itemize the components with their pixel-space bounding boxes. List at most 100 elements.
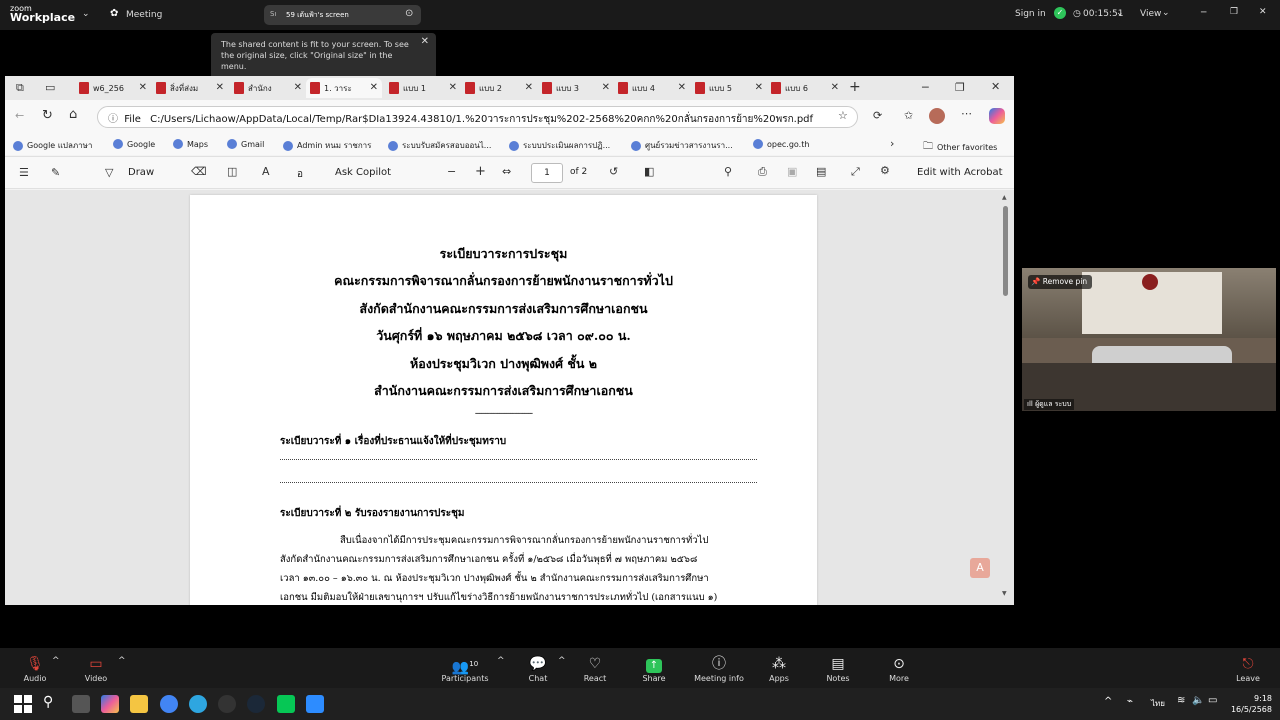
restore-icon[interactable]: ❐ [955,81,965,94]
close-icon[interactable]: ✕ [421,36,429,47]
file-explorer-icon[interactable] [130,695,148,713]
two-page-icon[interactable]: ◧ [644,165,654,178]
fullscreen-icon[interactable]: ⤢ [851,165,860,179]
volume-icon[interactable]: 🔈 [1192,695,1204,706]
notes-button[interactable]: ▤ Notes [808,648,868,683]
browser-tab[interactable]: 1. วาระ ✕ [306,78,382,98]
draw-icon[interactable]: ▽ [105,166,113,179]
start-icon[interactable] [14,695,32,713]
bookmark-item[interactable]: opec.go.th [753,139,809,149]
close-icon[interactable]: ✕ [294,82,302,93]
settings-icon[interactable]: ⚙ [880,164,890,177]
close-icon[interactable]: ✕ [1259,7,1267,17]
restore-icon[interactable]: ❐ [1230,7,1238,17]
chevron-right-icon[interactable]: › [890,137,894,150]
back-icon[interactable]: ← [15,109,24,122]
extensions-icon[interactable]: ⟳ [873,109,882,122]
acrobat-icon[interactable]: A [970,558,990,578]
tab-actions-icon[interactable]: ▭ [45,81,55,94]
scrollbar[interactable]: ▲ ▼ [1001,190,1011,605]
leave-button[interactable]: ⎋ Leave [1218,648,1278,683]
zoom-app-icon[interactable] [306,695,324,713]
bookmark-item[interactable]: ระบบประเมินผลการปฏิ... [509,139,610,152]
chrome-icon[interactable] [160,695,178,713]
copilot-icon[interactable] [101,695,119,713]
browser-tab[interactable]: แบบ 2 ✕ [461,78,537,98]
close-icon[interactable]: ✕ [991,80,1000,93]
browser-tab[interactable]: แบบ 6 ✕ [767,78,843,98]
chevron-down-icon[interactable]: ⌄ [82,9,90,19]
minimize-icon[interactable]: ─ [922,81,929,94]
apps-button[interactable]: ⁂ Apps [749,648,809,683]
new-tab-icon[interactable]: + [849,79,861,95]
wifi-icon[interactable]: ≋ [1177,695,1185,706]
chevron-up-icon[interactable]: ^ [497,656,505,666]
more-options-icon[interactable]: ⊙ [405,8,413,19]
react-button[interactable]: ♡ React [565,648,625,683]
browser-tab[interactable]: w6_256 ✕ [75,78,151,98]
participant-video-tile[interactable]: 📌 Remove pin ıll ผู้ดูแล ระบบ [1022,268,1276,411]
video-button[interactable]: ▭ Video [66,648,126,683]
share-indicator[interactable]: Sı 59 เต้นฟ้า's screen ⊙ [264,5,421,25]
rotate-icon[interactable]: ↺ [609,165,618,178]
browser-tab[interactable]: แบบ 4 ✕ [614,78,690,98]
bookmark-item[interactable]: ศูนย์รวมข่าวสารงานรา... [631,139,733,152]
line-icon[interactable] [277,695,295,713]
close-icon[interactable]: ✕ [370,82,378,93]
telegram-icon[interactable] [189,695,207,713]
zoom-in-icon[interactable]: + [475,164,486,179]
clock[interactable]: 9:18 16/5/2568 [1226,693,1272,715]
search-icon[interactable]: ⚲ [724,165,732,178]
participants-button[interactable]: 👥10 Participants [435,648,495,683]
task-view-icon[interactable] [72,695,90,713]
close-icon[interactable]: ✕ [755,82,763,93]
scroll-down-icon[interactable]: ▼ [1002,590,1007,597]
read-aloud-icon[interactable]: A [262,165,270,178]
bookmark-item[interactable]: Gmail [227,139,264,149]
language-indicator[interactable]: ไทย [1151,697,1165,710]
close-icon[interactable]: ✕ [449,82,457,93]
browser-tab[interactable]: แบบ 1 ✕ [385,78,461,98]
translate-button[interactable]: อ [297,167,303,182]
close-icon[interactable]: ✕ [139,82,147,93]
sign-in-link[interactable]: Sign in [1015,9,1046,19]
highlight-icon[interactable]: ✎ [51,166,60,179]
bookmark-item[interactable]: Google [113,139,155,149]
bookmark-item[interactable]: Maps [173,139,208,149]
remove-pin-button[interactable]: 📌 Remove pin [1028,275,1093,289]
page-number-input[interactable]: 1 [531,163,563,183]
share-button[interactable]: ↑ Share [624,648,684,683]
copilot-icon[interactable] [989,108,1005,124]
favorites-icon[interactable]: ✩ [904,109,913,122]
home-icon[interactable]: ⌂ [69,107,77,122]
view-menu[interactable]: View [1140,9,1161,19]
steam-icon[interactable] [247,695,265,713]
page-view-icon[interactable]: ◫ [227,165,237,178]
battery-icon[interactable]: ▭ [1208,695,1217,706]
zoom-out-icon[interactable]: − [447,165,456,178]
print-icon[interactable]: ⎙ [758,165,767,179]
chevron-up-icon[interactable]: ^ [52,656,60,666]
fit-page-icon[interactable]: ⇔ [502,165,511,178]
scroll-up-icon[interactable]: ▲ [1002,194,1007,201]
scroll-thumb[interactable] [1003,206,1008,296]
bookmark-item[interactable]: Google แปลภาษา [13,139,92,152]
chevron-down-icon[interactable]: ⌄ [1116,8,1124,18]
meeting-info-button[interactable]: ⓘ Meeting info [689,648,749,683]
close-icon[interactable]: ✕ [831,82,839,93]
save-as-icon[interactable]: ▤ [816,165,826,178]
close-icon[interactable]: ✕ [602,82,610,93]
browser-tab[interactable]: แบบ 3 ✕ [538,78,614,98]
save-icon[interactable]: ▣ [787,165,797,178]
more-button[interactable]: ⊙ More [869,648,929,683]
close-icon[interactable]: ✕ [216,82,224,93]
more-menu-icon[interactable]: ⋯ [961,107,972,120]
ask-copilot-button[interactable]: Ask Copilot [335,167,391,178]
contents-icon[interactable]: ☰ [19,166,29,179]
favorite-star-icon[interactable]: ☆ [838,109,848,122]
profile-avatar[interactable] [929,108,945,124]
chevron-up-icon[interactable]: ^ [1104,696,1112,707]
workspaces-icon[interactable]: ⧉ [16,81,24,95]
draw-button[interactable]: Draw [128,167,154,178]
browser-tab[interactable]: สำนักง ✕ [230,78,306,98]
